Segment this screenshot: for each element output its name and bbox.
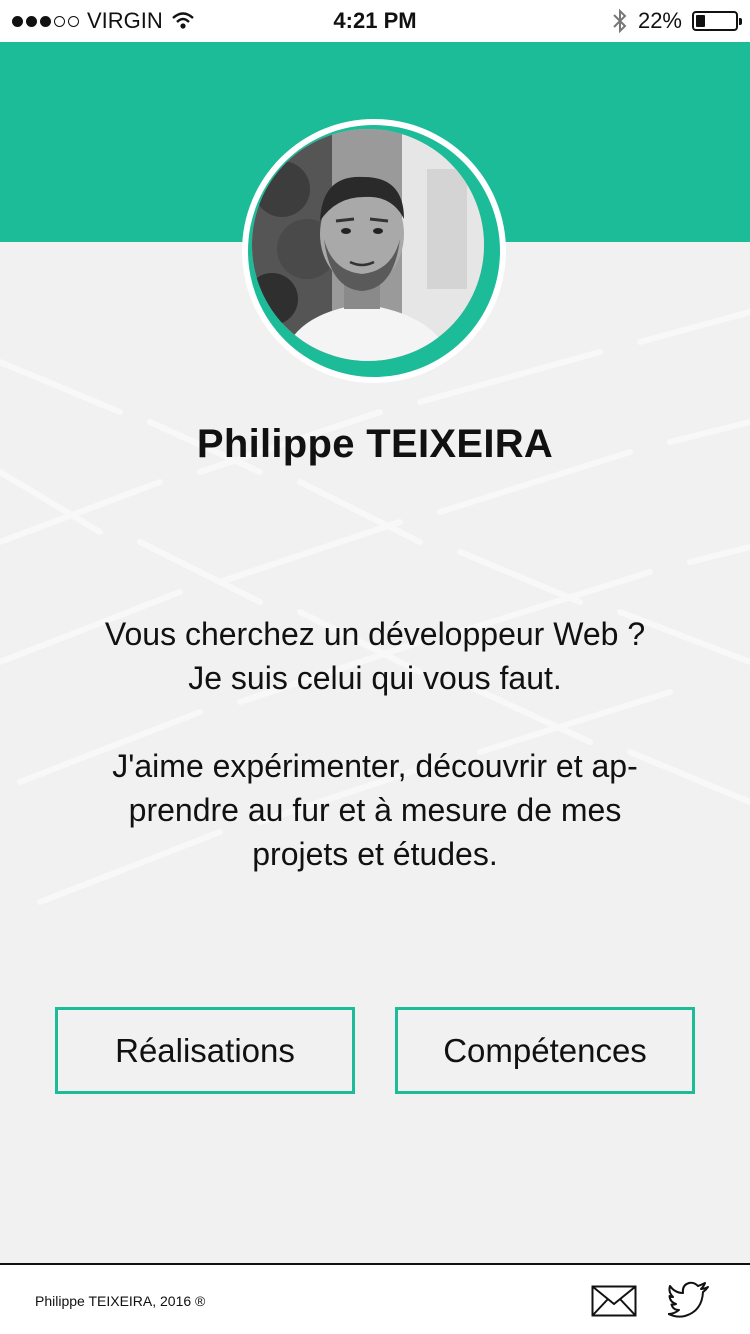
intro-text: Vous cherchez un développeur Web ? Je su…	[20, 612, 730, 876]
footer: Philippe TEIXEIRA, 2016 ®	[0, 1263, 750, 1334]
bluetooth-icon	[613, 8, 627, 34]
intro-line: J'aime expérimenter, découvrir et ap-	[112, 748, 638, 784]
twitter-icon[interactable]	[668, 1281, 710, 1319]
profile-photo	[252, 129, 484, 361]
realisations-button[interactable]: Réalisations	[55, 1007, 355, 1094]
copyright-text: Philippe TEIXEIRA, 2016 ®	[35, 1293, 206, 1309]
profile-photo-graphic	[252, 129, 484, 361]
intro-line: Je suis celui qui vous faut.	[188, 660, 562, 696]
status-right: 22%	[612, 8, 742, 34]
status-bar: VIRGIN 4:21 PM 22%	[0, 0, 750, 42]
intro-line: projets et études.	[252, 836, 498, 872]
avatar	[242, 119, 506, 383]
mail-icon[interactable]	[591, 1285, 637, 1317]
profile-name: Philippe TEIXEIRA	[196, 422, 554, 466]
intro-line: Vous cherchez un développeur Web ?	[104, 616, 646, 652]
battery-percent: 22%	[637, 8, 682, 33]
competences-button[interactable]: Compétences	[395, 1007, 695, 1094]
intro-line: prendre au fur et à mesure de mes	[128, 792, 622, 828]
battery-icon	[692, 11, 742, 31]
